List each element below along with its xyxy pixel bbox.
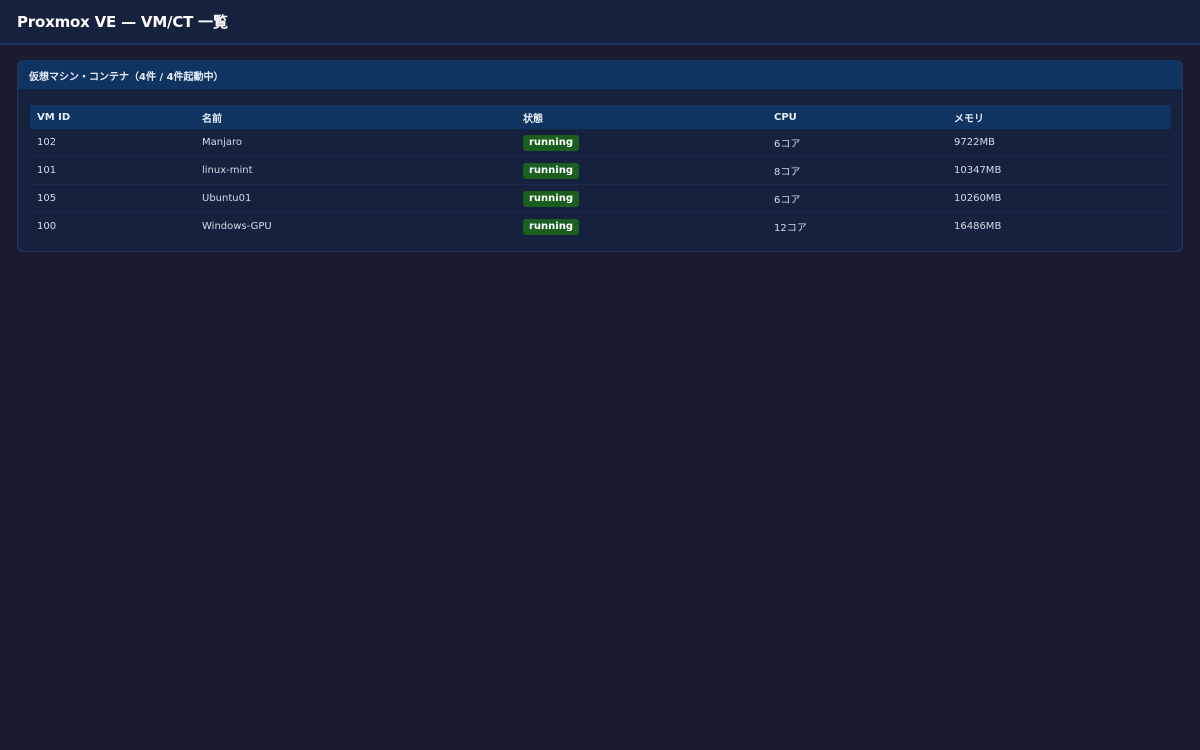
name-cell: Ubuntu01 bbox=[195, 184, 516, 213]
cpu-cell: 12コア bbox=[774, 223, 807, 234]
status-badge: running bbox=[523, 190, 579, 207]
page-title: Proxmox VE — VM/CT 一覧 bbox=[17, 13, 228, 31]
status-badge: running bbox=[523, 218, 579, 235]
status-badge: running bbox=[523, 162, 579, 179]
table-row[interactable]: 100 Windows-GPU running 12コア 16486MB bbox=[30, 213, 1171, 241]
memory-cell: 10260MB bbox=[947, 184, 1171, 213]
column-header-name[interactable]: 名前 bbox=[195, 105, 516, 129]
column-header-vmid[interactable]: VM ID bbox=[30, 105, 195, 129]
panel-title: 仮想マシン・コンテナ（4件 / 4件起動中） bbox=[18, 61, 1182, 89]
table-row[interactable]: 101 linux-mint running 8コア 10347MB bbox=[30, 156, 1171, 185]
top-bar: Proxmox VE — VM/CT 一覧 bbox=[0, 0, 1200, 45]
cpu-cell: 8コア bbox=[767, 156, 947, 185]
status-cell: running bbox=[516, 213, 767, 241]
memory-cell: 16486MB bbox=[954, 221, 1002, 232]
vm-table: VM ID 名前 状態 CPU メモリ 102 Manjaro running … bbox=[30, 105, 1171, 240]
table-header-row: VM ID 名前 状態 CPU メモリ bbox=[30, 105, 1171, 129]
vm-list-panel: 仮想マシン・コンテナ（4件 / 4件起動中） VM ID 名前 状態 CPU メ… bbox=[17, 60, 1183, 252]
table-row[interactable]: 105 Ubuntu01 running 6コア 10260MB bbox=[30, 184, 1171, 213]
vmid-cell: 101 bbox=[30, 156, 195, 185]
vmid-cell: 100 bbox=[37, 221, 57, 232]
column-header-memory[interactable]: メモリ bbox=[947, 105, 1171, 129]
column-header-status[interactable]: 状態 bbox=[516, 105, 767, 129]
name-cell: Windows-GPU bbox=[202, 221, 272, 232]
table-container: VM ID 名前 状態 CPU メモリ 102 Manjaro running … bbox=[18, 89, 1182, 240]
cpu-cell: 6コア bbox=[767, 184, 947, 213]
memory-cell: 10347MB bbox=[947, 156, 1171, 185]
status-cell: running bbox=[516, 184, 767, 213]
memory-cell: 9722MB bbox=[947, 129, 1171, 157]
cpu-cell: 6コア bbox=[767, 129, 947, 157]
status-cell: running bbox=[516, 129, 767, 157]
vmid-cell: 105 bbox=[30, 184, 195, 213]
vmid-cell: 102 bbox=[30, 129, 195, 157]
name-cell: linux-mint bbox=[195, 156, 516, 185]
table-row[interactable]: 102 Manjaro running 6コア 9722MB bbox=[30, 129, 1171, 157]
column-header-cpu[interactable]: CPU bbox=[767, 105, 947, 129]
name-cell: Manjaro bbox=[195, 129, 516, 157]
status-badge: running bbox=[523, 134, 579, 151]
status-cell: running bbox=[516, 156, 767, 185]
